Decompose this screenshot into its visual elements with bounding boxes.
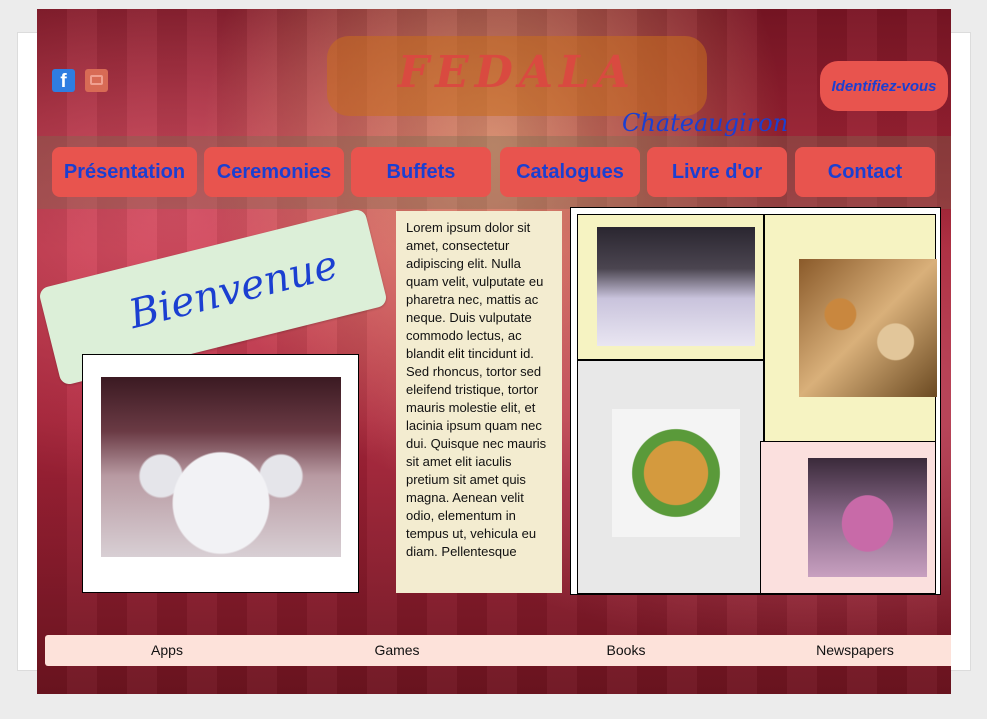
nav-livre-dor[interactable]: Livre d'or [647, 147, 787, 197]
gallery-tile[interactable] [760, 441, 936, 594]
footer-link-games[interactable]: Games [297, 635, 497, 666]
hall-tables-photo [597, 227, 755, 346]
main-photo-frame [82, 354, 359, 593]
nav-buffets[interactable]: Buffets [351, 147, 491, 197]
nav-ceremonies[interactable]: Ceremonies [204, 147, 344, 197]
login-button[interactable]: Identifiez-vous [820, 61, 948, 111]
reception-hall-photo [101, 377, 341, 557]
samosas-photo [612, 409, 740, 537]
facebook-icon[interactable]: f [52, 69, 75, 92]
nav-contact[interactable]: Contact [795, 147, 935, 197]
throne-photo [808, 458, 927, 577]
social-links: f [52, 69, 108, 92]
site-background: f FEDALA Chateaugiron Identifiez-vous Pr… [37, 9, 951, 694]
nav-presentation[interactable]: Présentation [52, 147, 197, 197]
footer-link-newspapers[interactable]: Newspapers [755, 635, 951, 666]
intro-text: Lorem ipsum dolor sit amet, consectetur … [396, 211, 562, 593]
footer-bar: Apps Games Books Newspapers [45, 635, 951, 666]
pastries-photo [799, 259, 937, 397]
nav-catalogues[interactable]: Catalogues [500, 147, 640, 197]
youtube-icon[interactable] [85, 69, 108, 92]
gallery-tile[interactable] [764, 214, 937, 442]
footer-link-books[interactable]: Books [526, 635, 726, 666]
gallery-tile[interactable] [577, 360, 764, 594]
footer-link-apps[interactable]: Apps [67, 635, 267, 666]
gallery-tile[interactable] [577, 214, 764, 360]
photo-gallery [570, 207, 941, 595]
site-subtitle: Chateaugiron [622, 109, 789, 137]
site-title: FEDALA [397, 47, 637, 98]
